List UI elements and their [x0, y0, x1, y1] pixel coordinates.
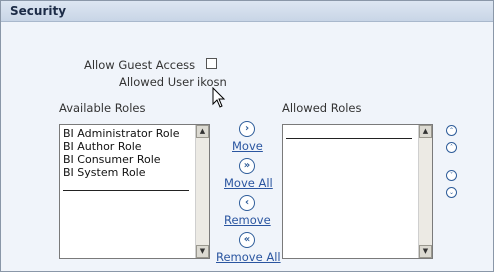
scroll-up-button[interactable]: ▲: [196, 125, 209, 138]
list-item[interactable]: BI Consumer Role: [63, 153, 179, 166]
available-roles-list[interactable]: BI Administrator Role BI Author Role BI …: [59, 124, 210, 259]
scroll-down-button[interactable]: ▼: [196, 245, 209, 258]
double-chevron-right-icon[interactable]: »: [239, 158, 255, 174]
move-up-icon[interactable]: ˄: [446, 142, 457, 153]
allowed-roles-list[interactable]: ▲ ▼: [282, 124, 433, 259]
allowed-user-label: Allowed User: [119, 75, 194, 89]
chevron-right-icon[interactable]: ›: [239, 121, 255, 137]
move-to-top-icon[interactable]: ⌃: [446, 125, 457, 136]
allowed-roles-label: Allowed Roles: [282, 101, 362, 115]
allow-guest-checkbox[interactable]: [206, 58, 217, 69]
scroll-up-button[interactable]: ▲: [419, 125, 432, 138]
section-title: Security: [10, 4, 67, 18]
double-chevron-left-icon[interactable]: «: [239, 232, 255, 248]
chevron-left-icon[interactable]: ‹: [239, 195, 255, 211]
list-item[interactable]: BI Author Role: [63, 140, 179, 153]
list-item[interactable]: BI Administrator Role: [63, 127, 179, 140]
available-list-scrollbar[interactable]: ▲ ▼: [195, 125, 209, 258]
allow-guest-label: Allow Guest Access: [84, 58, 196, 72]
move-link[interactable]: Move: [232, 139, 263, 153]
move-all-link[interactable]: Move All: [224, 176, 273, 190]
remove-link[interactable]: Remove: [224, 213, 271, 227]
scroll-down-button[interactable]: ▼: [419, 245, 432, 258]
list-separator: [63, 190, 189, 191]
move-to-bottom-icon[interactable]: ⌄: [446, 187, 457, 198]
allowed-list-scrollbar[interactable]: ▲ ▼: [418, 125, 432, 258]
available-roles-label: Available Roles: [59, 101, 146, 115]
list-item[interactable]: BI System Role: [63, 166, 179, 179]
mouse-pointer-icon: [212, 87, 226, 108]
section-header: Security: [1, 1, 493, 22]
available-roles-items: BI Administrator Role BI Author Role BI …: [63, 127, 179, 179]
list-separator: [286, 138, 412, 139]
move-down-icon[interactable]: ˅: [446, 170, 457, 181]
remove-all-link[interactable]: Remove All: [216, 250, 281, 264]
security-panel: Security Allow Guest Access Allowed User…: [0, 0, 494, 272]
